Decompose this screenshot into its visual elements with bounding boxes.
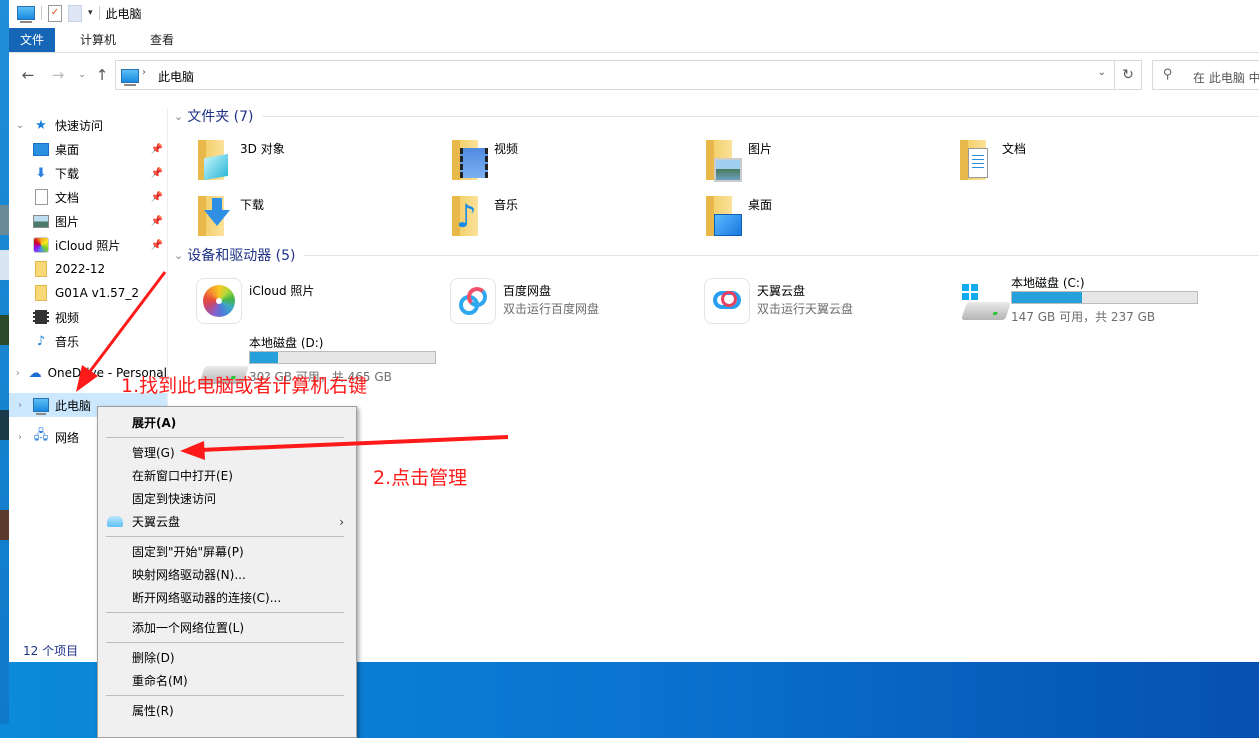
annotation-step1: 1.找到此电脑或者计算机右键 [121, 371, 367, 398]
annotation-arrowhead-step2 [180, 441, 205, 460]
annotation-step2: 2.点击管理 [373, 463, 467, 490]
annotation-arrowhead-step1 [76, 365, 98, 392]
annotation-arrows [0, 0, 1259, 724]
annotation-arrow-step1 [88, 272, 165, 374]
annotation-arrow-step2 [200, 437, 508, 450]
